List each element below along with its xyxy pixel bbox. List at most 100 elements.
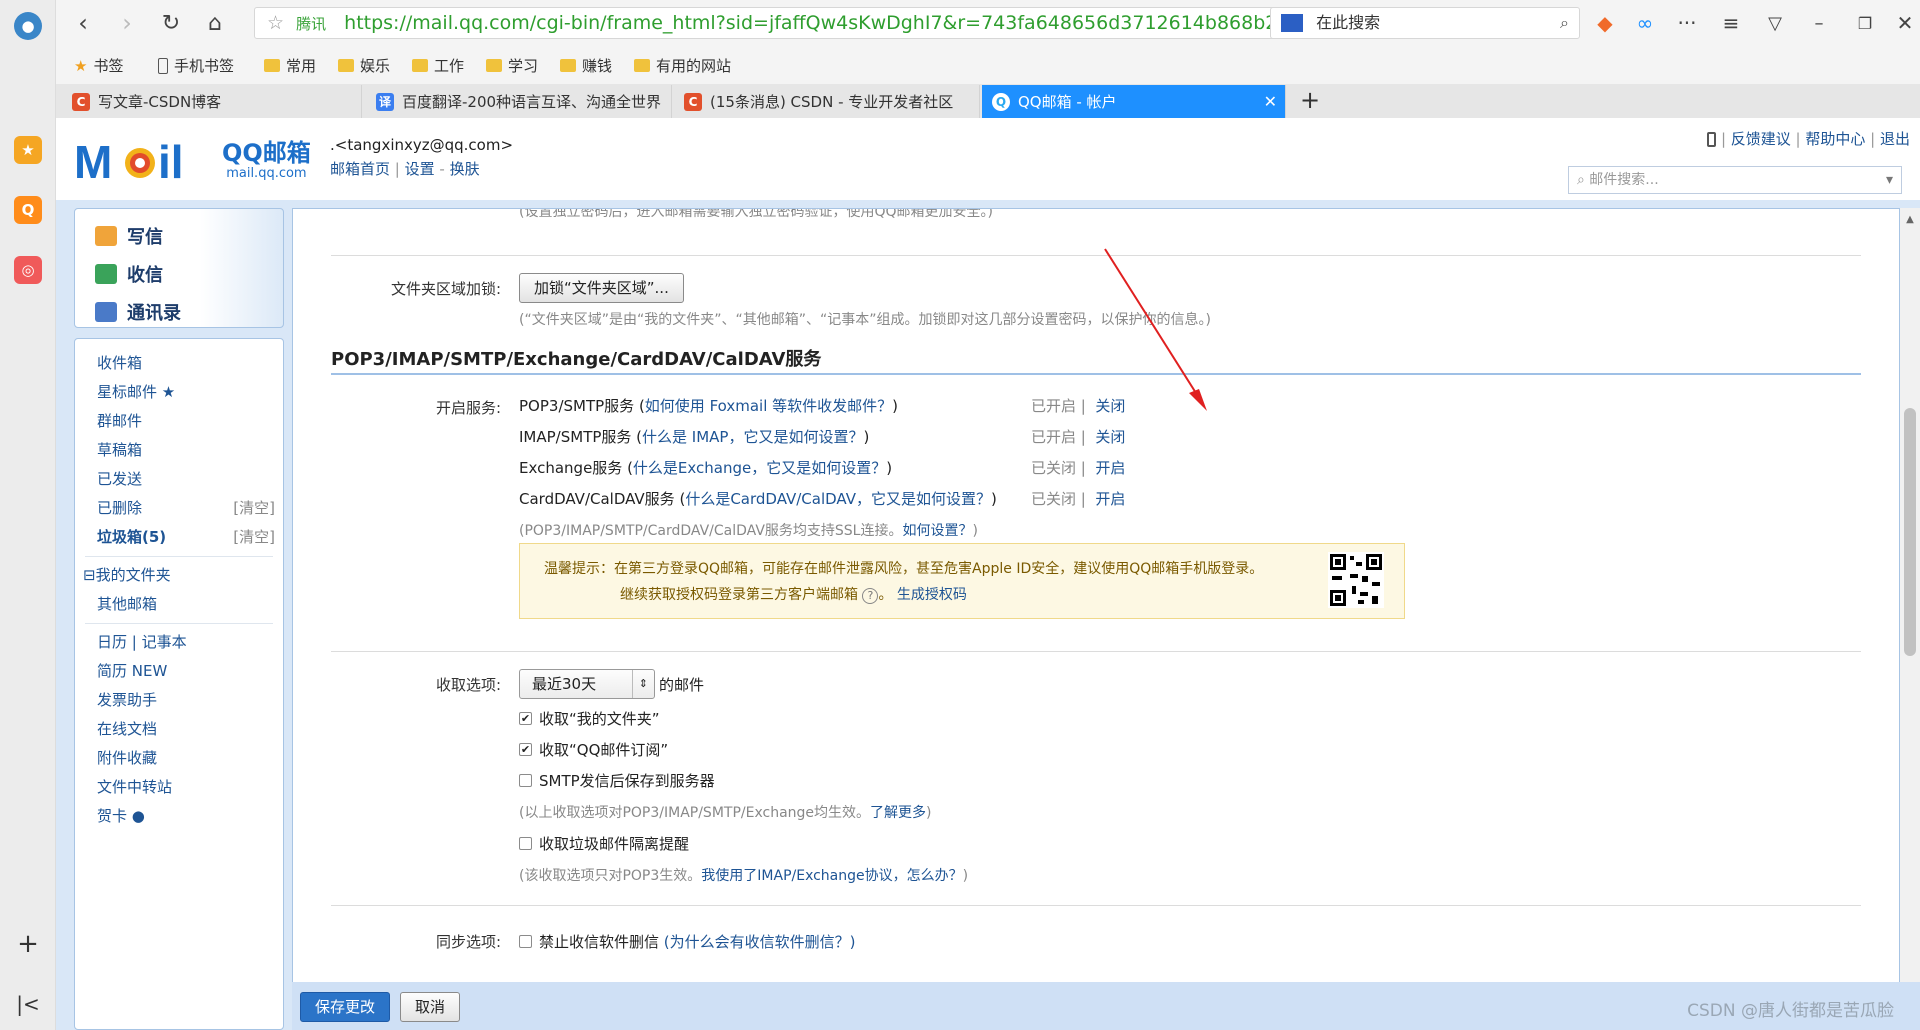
url-text[interactable]: https://mail.qq.com/cgi-bin/frame_html?s…	[344, 12, 1277, 34]
tool-attachments[interactable]: 附件收藏	[75, 744, 283, 773]
extension-icon[interactable]: ∞	[1630, 8, 1660, 38]
browser-toolbar: ‹ › ↻ ⌂ ☆ 腾讯 https://mail.qq.com/cgi-bin…	[56, 0, 1920, 46]
bookmark-star-icon[interactable]: ☆	[267, 12, 284, 34]
mail-sidebar: 写信 收信 通讯录 收件箱 星标邮件 ★ 群邮件 草稿箱 已发送 已删除 [清空]…	[74, 208, 284, 1030]
cancel-button[interactable]: 取消	[400, 992, 461, 1022]
mail-search-input[interactable]: ⌕ 邮件搜索... ▾	[1568, 166, 1902, 194]
feedback-link[interactable]: 反馈建议	[1731, 130, 1791, 148]
folder-icon	[486, 59, 502, 72]
tab-csdn-write[interactable]: C 写文章-CSDN博客	[62, 85, 362, 118]
bookmarks-bar: ★ 书签 手机书签 常用 娱乐 工作 学习 赚钱 有用的网站	[56, 46, 1920, 84]
tool-invoice[interactable]: 发票助手	[75, 686, 283, 715]
tab-strip: C 写文章-CSDN博客 译 百度翻译-200种语言互译、沟通全世界 C (15…	[56, 84, 1920, 118]
home-icon[interactable]: ⌂	[200, 8, 230, 38]
baidu-translate-icon: 译	[376, 92, 394, 111]
compose-button[interactable]: 写信	[75, 217, 283, 255]
user-links: 邮箱首页 | 设置 - 换肤	[330, 160, 480, 178]
more-icon[interactable]: ···	[1672, 8, 1702, 38]
collapse-panel-icon[interactable]: |<	[14, 990, 42, 1018]
empty-spam-link[interactable]: [清空]	[233, 523, 275, 552]
action-bar: 保存更改 取消 CSDN @唐人街都是苦瓜脸	[292, 982, 1920, 1030]
browser-logo-icon[interactable]: ●	[14, 12, 42, 40]
bookmark-item[interactable]: 工作	[412, 55, 464, 76]
contacts-button[interactable]: 通讯录	[75, 293, 283, 331]
new-tab-button[interactable]: +	[1300, 86, 1320, 114]
search-icon: ⌕	[1577, 172, 1585, 188]
tool-calendar-notes[interactable]: 日历 | 记事本	[75, 628, 283, 657]
minimize-icon[interactable]: –	[1804, 8, 1834, 38]
back-icon[interactable]: ‹	[68, 8, 98, 38]
qq-mail-logo[interactable]: M il QQ邮箱 mail.qq.com	[74, 136, 311, 184]
svg-text:il: il	[158, 136, 184, 184]
site-badge: 腾讯	[296, 15, 327, 33]
mail-logo-icon: M il	[74, 136, 184, 184]
browser-side-panel: ● ★ Q ◎ + |<	[0, 0, 56, 1030]
search-placeholder: 在此搜索	[1316, 13, 1381, 32]
tool-docs[interactable]: 在线文档	[75, 715, 283, 744]
close-icon[interactable]: ✕	[1890, 8, 1920, 38]
mail-header: M il QQ邮箱 mail.qq.com .<tangxinxyz@qq.co…	[56, 118, 1920, 200]
forward-icon[interactable]: ›	[112, 8, 142, 38]
mail-home-link[interactable]: 邮箱首页	[330, 160, 390, 178]
quick-actions: 写信 收信 通讯录	[74, 208, 284, 328]
scroll-thumb[interactable]	[1904, 408, 1916, 656]
folder-group[interactable]: 群邮件	[75, 407, 283, 436]
folder-drafts[interactable]: 草稿箱	[75, 436, 283, 465]
logout-link[interactable]: 退出	[1880, 130, 1910, 148]
bookmark-item[interactable]: 有用的网站	[634, 55, 731, 76]
folder-starred[interactable]: 星标邮件 ★	[75, 378, 283, 407]
receive-button[interactable]: 收信	[75, 255, 283, 293]
empty-deleted-link[interactable]: [清空]	[233, 494, 275, 523]
reload-icon[interactable]: ↻	[156, 8, 186, 38]
receive-icon	[95, 264, 117, 284]
scroll-up-icon[interactable]: ▲	[1900, 214, 1920, 225]
app-icon[interactable]: ◎	[14, 256, 42, 284]
bookmark-item[interactable]: ★ 书签	[74, 55, 123, 76]
logo-title: QQ邮箱	[222, 138, 311, 167]
search-engine-icon[interactable]	[1281, 14, 1303, 32]
bookmark-item[interactable]: 常用	[264, 55, 316, 76]
browser-search[interactable]: 在此搜索 ⌕	[1270, 7, 1580, 39]
search-app-icon[interactable]: Q	[14, 196, 42, 224]
bookmark-item[interactable]: 赚钱	[560, 55, 612, 76]
folder-deleted[interactable]: 已删除 [清空]	[75, 494, 283, 523]
contacts-icon	[95, 302, 117, 322]
tab-close-icon[interactable]: ✕	[1264, 92, 1277, 111]
other-mailboxes[interactable]: 其他邮箱	[75, 590, 283, 619]
chevron-down-icon[interactable]: ▾	[1886, 167, 1893, 193]
favorites-icon[interactable]: ★	[14, 136, 42, 164]
menu-icon[interactable]: ≡	[1716, 8, 1746, 38]
address-bar[interactable]: ☆ 腾讯 https://mail.qq.com/cgi-bin/frame_h…	[254, 7, 1280, 39]
phone-icon	[158, 57, 168, 74]
save-button[interactable]: 保存更改	[300, 992, 391, 1022]
tab-csdn-community[interactable]: C (15条消息) CSDN - 专业开发者社区	[674, 85, 980, 118]
restore-icon[interactable]: ❐	[1850, 8, 1880, 38]
svg-text:M: M	[74, 136, 112, 184]
settings-link[interactable]: 设置	[405, 160, 435, 178]
skin-link[interactable]: 换肤	[450, 160, 480, 178]
folder-icon	[560, 59, 576, 72]
folder-icon	[634, 59, 650, 72]
bookmark-item[interactable]: 学习	[486, 55, 538, 76]
tab-qq-mail[interactable]: Q QQ邮箱 - 帐户 ✕	[982, 85, 1286, 118]
page-scrollbar[interactable]: ▲	[1900, 208, 1920, 1030]
tool-file-transfer[interactable]: 文件中转站	[75, 773, 283, 802]
mobile-icon[interactable]	[1707, 132, 1717, 147]
help-link[interactable]: 帮助中心	[1805, 130, 1865, 148]
settings-panel: (设置独立密码后，进入邮箱需要输入独立密码验证，使用QQ邮箱更加安全。) 文件夹…	[292, 208, 1900, 1018]
tool-cards[interactable]: 贺卡 ●	[75, 802, 283, 831]
tab-baidu-translate[interactable]: 译 百度翻译-200种语言互译、沟通全世界	[366, 85, 672, 118]
my-folders[interactable]: ⊟我的文件夹	[75, 561, 283, 590]
bookmark-item[interactable]: 娱乐	[338, 55, 390, 76]
folder-spam[interactable]: 垃圾箱(5) [清空]	[75, 523, 283, 552]
tool-resume[interactable]: 简历 NEW	[75, 657, 283, 686]
csdn-icon: C	[72, 92, 90, 111]
folder-inbox[interactable]: 收件箱	[75, 349, 283, 378]
skin-icon[interactable]: ▽	[1760, 8, 1790, 38]
game-icon[interactable]: ◆	[1590, 8, 1620, 38]
folder-icon	[338, 59, 354, 72]
search-icon[interactable]: ⌕	[1560, 8, 1569, 38]
bookmark-item[interactable]: 手机书签	[158, 55, 234, 76]
folder-sent[interactable]: 已发送	[75, 465, 283, 494]
add-panel-icon[interactable]: +	[14, 929, 42, 959]
